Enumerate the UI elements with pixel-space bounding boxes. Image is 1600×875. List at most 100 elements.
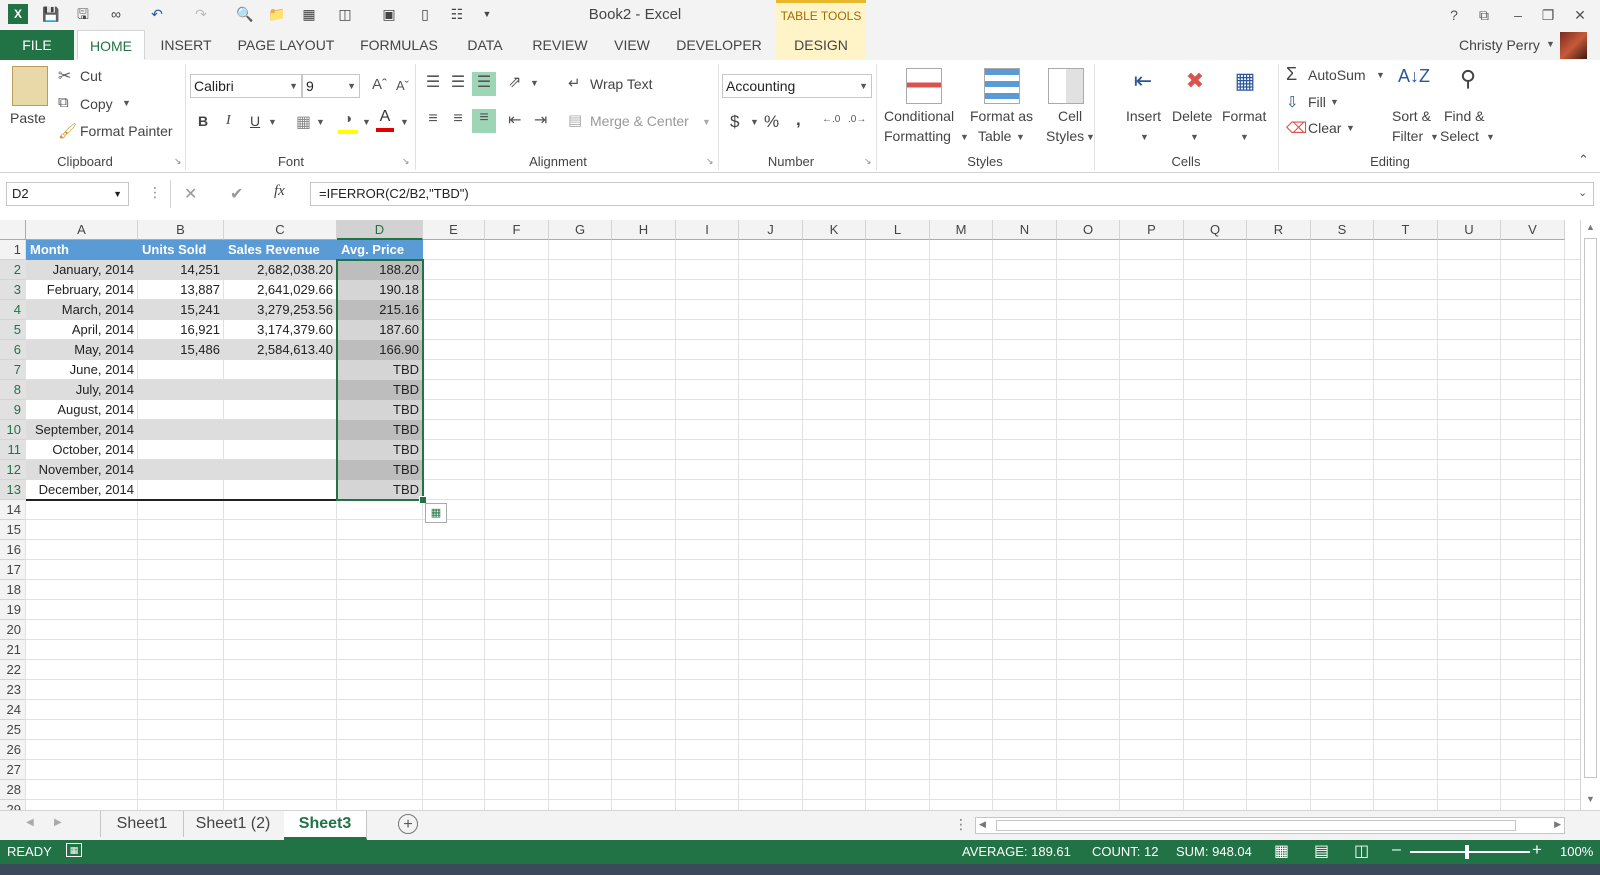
tab-design[interactable]: DESIGN bbox=[776, 30, 866, 60]
autosum-button[interactable]: AutoSum bbox=[1308, 67, 1366, 83]
row-header-3[interactable]: 3 bbox=[0, 280, 26, 300]
scroll-right-icon[interactable]: ▶ bbox=[1554, 819, 1561, 830]
next-sheet-icon[interactable]: ▶ bbox=[54, 817, 62, 828]
worksheet-grid[interactable]: ABCDEFGHIJKLMNOPQRSTUV 1 2 3 4 5 6 7 8 9 10 11 12 13… bbox=[0, 220, 1580, 810]
column-header-a[interactable]: A bbox=[26, 220, 138, 240]
format-as-table-line2[interactable]: Table bbox=[978, 128, 1011, 144]
row-header-14[interactable]: 14 bbox=[0, 500, 26, 520]
row-header-18[interactable]: 18 bbox=[0, 580, 26, 600]
format-button[interactable]: Format bbox=[1222, 108, 1266, 124]
conditional-formatting-line1[interactable]: Conditional bbox=[884, 108, 954, 124]
month-cell[interactable]: December, 2014 bbox=[26, 480, 138, 500]
find-select-line2[interactable]: Select bbox=[1440, 128, 1479, 144]
month-cell[interactable]: May, 2014 bbox=[26, 340, 138, 360]
help-icon[interactable]: ? bbox=[1442, 4, 1466, 26]
sheet-tab-sheet3[interactable]: Sheet3 bbox=[284, 811, 367, 840]
sales-revenue-cell[interactable] bbox=[224, 400, 337, 420]
font-name-dropdown[interactable]: Calibri ▼ bbox=[190, 74, 302, 98]
orientation-icon[interactable]: ⇗ bbox=[508, 72, 521, 92]
cut-button[interactable]: Cut bbox=[80, 68, 102, 84]
column-header-v[interactable]: V bbox=[1501, 220, 1565, 240]
number-format-dropdown[interactable]: Accounting ▼ bbox=[722, 74, 872, 98]
sales-revenue-cell[interactable] bbox=[224, 360, 337, 380]
cell-styles-line2[interactable]: Styles bbox=[1046, 128, 1084, 144]
month-cell[interactable]: November, 2014 bbox=[26, 460, 138, 480]
comma-button[interactable]: , bbox=[796, 110, 801, 130]
increase-font-icon[interactable]: Aˆ bbox=[372, 76, 387, 93]
borders-icon[interactable]: ▦ bbox=[296, 112, 311, 132]
zoom-out-icon[interactable]: – bbox=[1392, 841, 1401, 859]
avg-price-cell[interactable]: 215.16 bbox=[337, 300, 423, 320]
wrap-text-button[interactable]: Wrap Text bbox=[590, 76, 653, 92]
format-dropdown-icon[interactable]: ▼ bbox=[1240, 132, 1249, 142]
page-layout-view-icon[interactable]: ▤ bbox=[1314, 841, 1329, 861]
normal-view-icon[interactable]: ▦ bbox=[1274, 841, 1289, 861]
column-header-t[interactable]: T bbox=[1374, 220, 1438, 240]
sales-revenue-cell[interactable] bbox=[224, 420, 337, 440]
cell-styles-icon[interactable] bbox=[1048, 68, 1084, 104]
table-header-cell[interactable]: Avg. Price bbox=[337, 240, 423, 260]
row-header-16[interactable]: 16 bbox=[0, 540, 26, 560]
avg-price-cell[interactable]: TBD bbox=[337, 480, 423, 500]
status-count[interactable]: COUNT: 12 bbox=[1092, 844, 1158, 859]
zoom-level[interactable]: 100% bbox=[1560, 844, 1593, 859]
format-as-table-line1[interactable]: Format as bbox=[970, 108, 1033, 124]
font-launcher-icon[interactable]: ↘ bbox=[402, 156, 410, 167]
units-sold-cell[interactable]: 15,486 bbox=[138, 340, 224, 360]
eraser-icon[interactable]: ⌫ bbox=[1286, 119, 1307, 137]
column-header-o[interactable]: O bbox=[1057, 220, 1120, 240]
row-header-27[interactable]: 27 bbox=[0, 760, 26, 780]
page-break-view-icon[interactable]: ◫ bbox=[1354, 841, 1369, 861]
alignment-launcher-icon[interactable]: ↘ bbox=[706, 156, 714, 167]
month-cell[interactable]: April, 2014 bbox=[26, 320, 138, 340]
row-header-19[interactable]: 19 bbox=[0, 600, 26, 620]
format-painter-button[interactable]: Format Painter bbox=[80, 123, 173, 139]
zoom-slider[interactable] bbox=[1410, 851, 1530, 853]
tab-insert[interactable]: INSERT bbox=[150, 30, 222, 60]
minimize-button[interactable]: – bbox=[1506, 4, 1530, 26]
paste-icon[interactable] bbox=[12, 66, 48, 106]
tab-page-layout[interactable]: PAGE LAYOUT bbox=[228, 30, 344, 60]
column-header-m[interactable]: M bbox=[930, 220, 993, 240]
binoculars-icon[interactable]: ⚲ bbox=[1450, 66, 1486, 102]
copy-button[interactable]: Copy bbox=[80, 96, 113, 112]
scroll-down-icon[interactable]: ▼ bbox=[1586, 794, 1595, 804]
row-header-5[interactable]: 5 bbox=[0, 320, 26, 340]
tab-home[interactable]: HOME bbox=[77, 30, 145, 60]
user-name[interactable]: Christy Perry bbox=[1459, 30, 1540, 60]
decrease-font-icon[interactable]: Aˇ bbox=[396, 78, 409, 93]
insert-dropdown-icon[interactable]: ▼ bbox=[1140, 132, 1149, 142]
sales-revenue-cell[interactable] bbox=[224, 460, 337, 480]
expand-formula-bar-icon[interactable]: ⌄ bbox=[1578, 186, 1587, 199]
month-cell[interactable]: March, 2014 bbox=[26, 300, 138, 320]
delete-dropdown-icon[interactable]: ▼ bbox=[1190, 132, 1199, 142]
fill-dropdown-icon[interactable]: ▼ bbox=[1330, 97, 1339, 107]
align-middle-icon[interactable]: ☰ bbox=[447, 72, 469, 94]
paste-button[interactable]: Paste bbox=[10, 110, 46, 126]
macro-record-icon[interactable]: ▦ bbox=[66, 843, 82, 857]
table-header-cell[interactable]: Units Sold bbox=[138, 240, 224, 260]
format-as-table-icon[interactable] bbox=[984, 68, 1020, 104]
avg-price-cell[interactable]: TBD bbox=[337, 460, 423, 480]
units-sold-cell[interactable] bbox=[138, 400, 224, 420]
zoom-in-icon[interactable]: + bbox=[1532, 840, 1542, 860]
fill-icon[interactable]: ⇩ bbox=[1286, 93, 1299, 111]
scroll-thumb[interactable] bbox=[996, 820, 1516, 831]
row-header-15[interactable]: 15 bbox=[0, 520, 26, 540]
column-header-j[interactable]: J bbox=[739, 220, 803, 240]
conditional-dropdown-icon[interactable]: ▼ bbox=[960, 132, 969, 142]
formula-bar-menu-icon[interactable]: ⋮ bbox=[148, 184, 162, 201]
clear-dropdown-icon[interactable]: ▼ bbox=[1346, 123, 1355, 133]
sales-revenue-cell[interactable]: 2,641,029.66 bbox=[224, 280, 337, 300]
delete-button[interactable]: Delete bbox=[1172, 108, 1212, 124]
insert-cells-icon[interactable]: ⇤ bbox=[1126, 68, 1160, 102]
format-painter-icon[interactable]: 🖌 bbox=[58, 122, 77, 140]
sort-filter-icon[interactable]: A↓Z bbox=[1396, 66, 1432, 102]
column-header-r[interactable]: R bbox=[1247, 220, 1311, 240]
row-header-2[interactable]: 2 bbox=[0, 260, 26, 280]
sheet-tab-sheet1-2[interactable]: Sheet1 (2) bbox=[182, 811, 285, 837]
autosum-icon[interactable]: Σ bbox=[1286, 64, 1297, 85]
name-box[interactable]: D2 ▼ bbox=[6, 182, 129, 206]
row-header-7[interactable]: 7 bbox=[0, 360, 26, 380]
conditional-formatting-line2[interactable]: Formatting bbox=[884, 128, 951, 144]
